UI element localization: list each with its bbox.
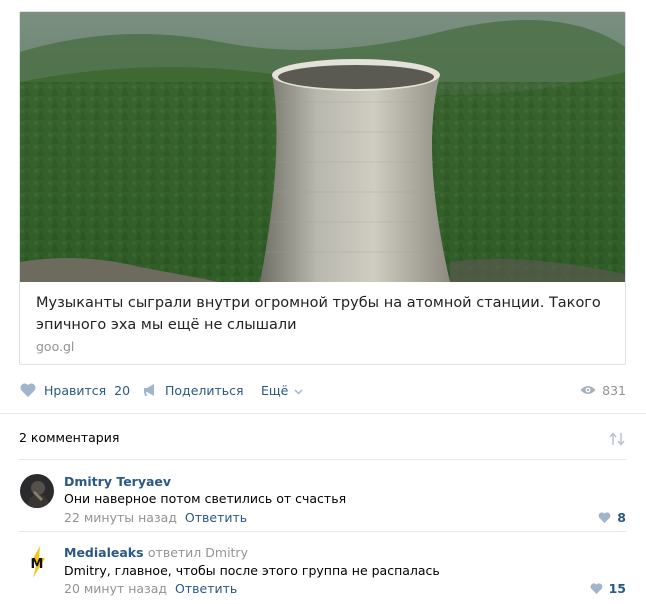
comment-text: Dmitry, главное, чтобы после этого групп… — [64, 563, 440, 578]
comment-like-button[interactable]: 15 — [590, 581, 626, 596]
like-label: Нравится — [44, 382, 107, 398]
comment-like-button[interactable]: 8 — [598, 510, 626, 525]
megaphone-icon — [143, 383, 157, 397]
eye-icon — [580, 385, 596, 395]
post-actions-bar: Нравится 20 Поделиться Ещё 831 — [0, 376, 646, 404]
more-button[interactable]: Ещё — [261, 376, 303, 404]
heart-icon — [20, 383, 36, 397]
heart-icon — [590, 583, 603, 594]
comment-author-name[interactable]: Medialeaks — [64, 545, 144, 560]
heart-icon — [598, 512, 611, 523]
reply-to-label[interactable]: ответил Dmitry — [148, 545, 248, 560]
cooling-tower-image — [20, 12, 625, 282]
comment-like-count: 8 — [617, 510, 626, 525]
comment-time[interactable]: 20 минут назад — [64, 581, 167, 596]
share-label: Поделиться — [165, 382, 244, 398]
comment-meta: 22 минуты назад Ответить — [64, 510, 247, 525]
share-button[interactable]: Поделиться — [143, 376, 244, 404]
comment-meta: 20 минут назад Ответить — [64, 581, 237, 596]
divider — [0, 413, 646, 414]
divider — [19, 531, 626, 532]
avatar[interactable]: M — [20, 545, 54, 579]
comment-like-count: 15 — [608, 581, 626, 596]
divider — [19, 459, 626, 460]
comment-author[interactable]: Dmitry Teryaev — [64, 474, 171, 489]
like-count: 20 — [114, 382, 131, 398]
chevron-down-icon — [294, 383, 303, 398]
sort-arrows-icon[interactable] — [608, 431, 626, 450]
comment-text: Они наверное потом светились от счастья — [64, 491, 347, 506]
reply-button[interactable]: Ответить — [175, 581, 237, 596]
comment-time[interactable]: 22 минуты назад — [64, 510, 177, 525]
more-label: Ещё — [261, 382, 289, 398]
views-counter: 831 — [580, 376, 626, 404]
post-attachment-card[interactable]: Музыканты сыграли внутри огромной трубы … — [19, 11, 626, 365]
views-count: 831 — [602, 382, 626, 398]
like-button[interactable]: Нравится 20 — [20, 376, 130, 404]
avatar-letter: M — [31, 557, 44, 572]
comment-author: Medialeaks ответил Dmitry — [64, 545, 248, 560]
avatar[interactable] — [20, 474, 54, 508]
reply-button[interactable]: Ответить — [185, 510, 247, 525]
comments-count-header: 2 комментария — [19, 430, 120, 445]
post-title[interactable]: Музыканты сыграли внутри огромной трубы … — [36, 292, 611, 336]
post-image[interactable] — [20, 12, 625, 282]
post-domain[interactable]: goo.gl — [36, 339, 74, 354]
